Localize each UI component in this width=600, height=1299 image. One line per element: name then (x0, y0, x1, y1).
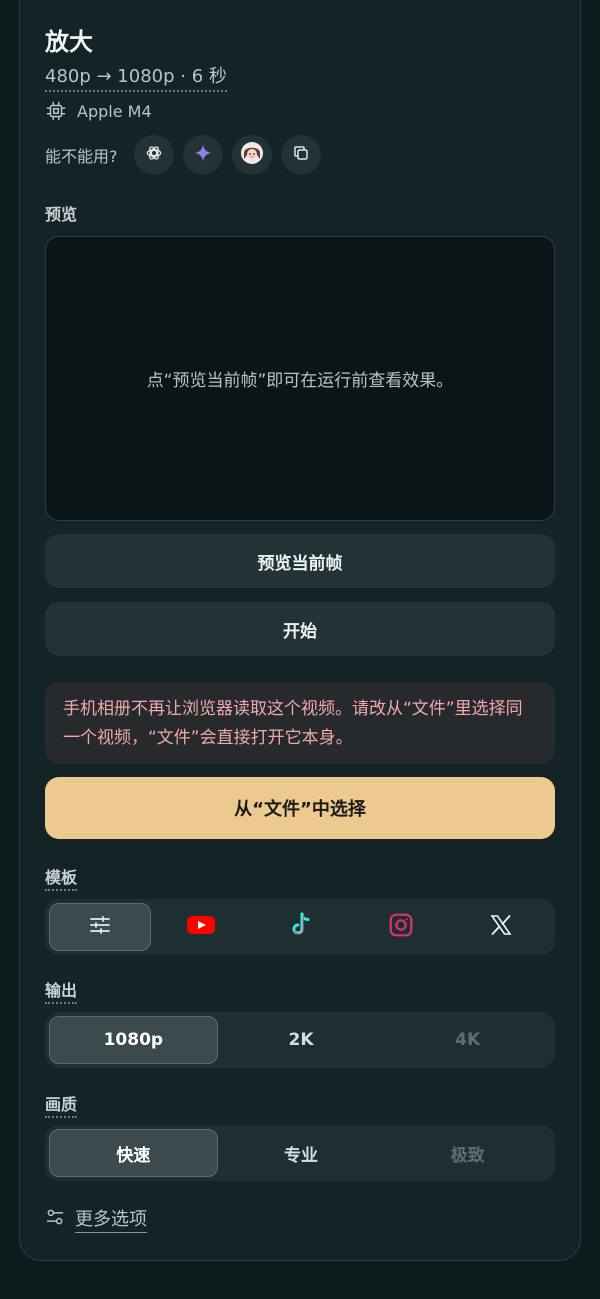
resolution-summary[interactable]: 480p → 1080p · 6 秒 (45, 62, 227, 92)
ask-label: 能不能用? (45, 147, 118, 166)
quality-label: 画质 (45, 1091, 78, 1118)
x-logo-icon (489, 913, 513, 942)
ask-openai-button[interactable] (133, 135, 174, 175)
sparkle-icon (193, 143, 213, 167)
page-title: 放大 (45, 28, 93, 56)
copy-prompt-button[interactable] (280, 135, 321, 175)
settings-toggle-icon (45, 1207, 65, 1232)
warning-message: 手机相册不再让浏览器读取这个视频。请改从“文件”里选择同一个视频，“文件”会直接… (45, 682, 555, 764)
instagram-icon (388, 912, 414, 943)
tiktok-icon (289, 912, 313, 943)
template-x[interactable] (451, 903, 551, 951)
preview-hint: 点“预览当前帧”即可在运行前查看效果。 (146, 371, 454, 391)
ask-ai-row: 能不能用? (45, 135, 330, 175)
preview-frame-button[interactable]: 预览当前帧 (45, 534, 555, 588)
openai-icon (144, 143, 164, 167)
output-selector: 1080p 2K 4K (45, 1012, 555, 1068)
output-4k: 4K (455, 1030, 481, 1050)
template-selector (45, 899, 555, 955)
copy-icon (292, 144, 310, 166)
device-chip-row: Apple M4 (45, 100, 152, 122)
template-tiktok[interactable] (251, 903, 351, 951)
ask-assistant-button[interactable] (231, 135, 272, 175)
chip-icon (45, 100, 67, 122)
quality-fast[interactable]: 快速 (49, 1129, 218, 1177)
ask-gemini-button[interactable] (182, 135, 223, 175)
device-name: Apple M4 (77, 101, 152, 121)
template-custom[interactable] (49, 903, 151, 951)
youtube-icon (187, 915, 215, 940)
quality-pro[interactable]: 专业 (218, 1129, 385, 1177)
choose-from-files-button[interactable]: 从“文件”中选择 (45, 777, 555, 839)
output-2k[interactable]: 2K (218, 1016, 385, 1064)
avatar-icon (240, 141, 264, 169)
output-label: 输出 (45, 977, 78, 1004)
template-youtube[interactable] (151, 903, 251, 951)
template-instagram[interactable] (351, 903, 451, 951)
more-options-link[interactable]: 更多选项 (45, 1205, 147, 1233)
quality-selector: 快速 专业 极致 (45, 1125, 555, 1181)
preview-label: 预览 (45, 205, 78, 224)
more-options-label: 更多选项 (75, 1205, 147, 1233)
sliders-icon (88, 913, 112, 942)
output-1080p[interactable]: 1080p (49, 1016, 218, 1064)
template-label: 模板 (45, 864, 78, 891)
quality-ultimate: 极致 (450, 1145, 485, 1166)
start-button[interactable]: 开始 (45, 602, 555, 656)
preview-area: 点“预览当前帧”即可在运行前查看效果。 (45, 236, 555, 521)
